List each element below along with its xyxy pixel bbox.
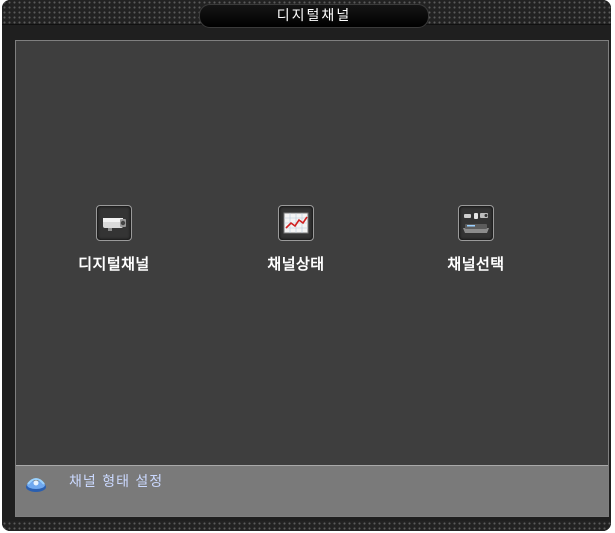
menu-item-channel-select[interactable]: 채널선택 (416, 205, 536, 274)
status-bar: 채널 형태 설정 (16, 465, 608, 516)
menu-item-label: 채널선택 (447, 255, 505, 273)
menu-item-channel-status[interactable]: 채널상태 (236, 205, 356, 274)
menu-item-label: 디지털채널 (78, 255, 150, 273)
bottom-border (2, 521, 611, 531)
window-title: 디지털채널 (199, 4, 429, 28)
chart-icon (278, 205, 314, 241)
dialog-window: 디지털채널 디지털채널 채널상태 채널선택 채널 형태 설정 (2, 0, 611, 531)
content-panel: 디지털채널 채널상태 채널선택 채널 형태 설정 (15, 40, 609, 517)
devices-icon (458, 205, 494, 241)
menu-item-digital-channel[interactable]: 디지털채널 (54, 205, 174, 274)
menu-item-label: 채널상태 (267, 255, 325, 273)
status-text: 채널 형태 설정 (69, 474, 164, 490)
network-icon (24, 474, 48, 494)
camera-icon (96, 205, 132, 241)
